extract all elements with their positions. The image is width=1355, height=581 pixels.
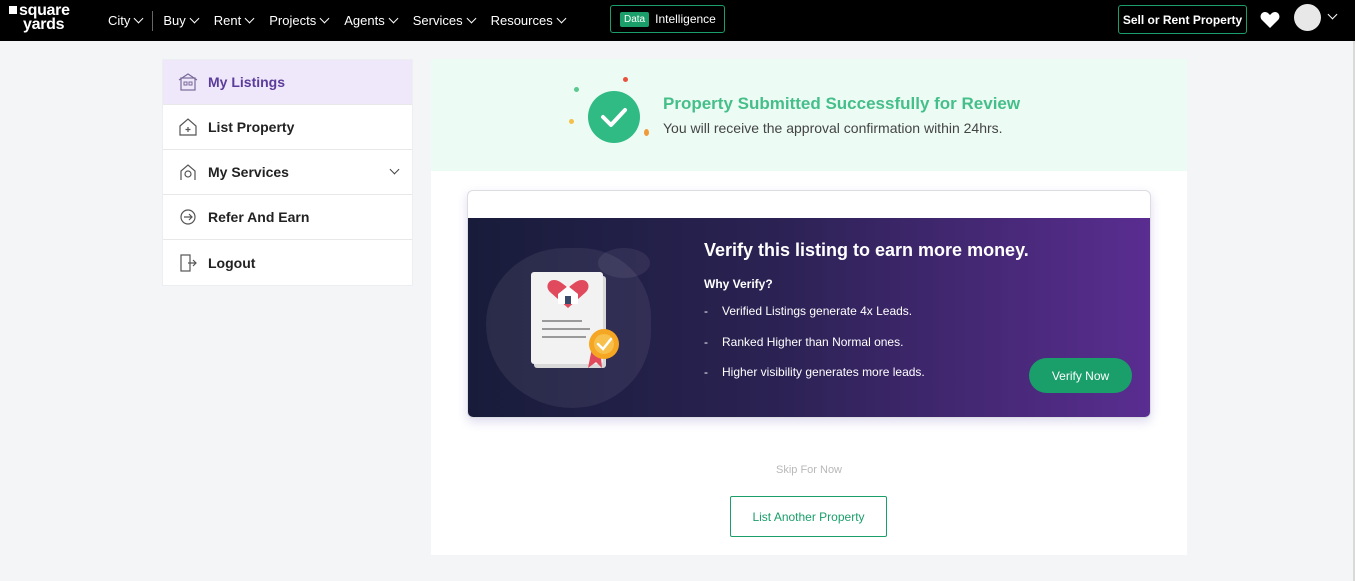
benefit-text: Verified Listings generate 4x Leads. — [722, 304, 913, 318]
list-another-property-button[interactable]: List Another Property — [730, 496, 887, 537]
nav-services-label: Services — [412, 13, 463, 28]
data-intelligence-button[interactable]: Data Intelligence — [610, 5, 725, 33]
nav-agents-label: Agents — [344, 13, 385, 28]
sidebar: My Listings List Property My Services Re… — [162, 59, 413, 286]
chevron-down-icon — [466, 13, 477, 24]
sidebar-item-label: My Listings — [208, 74, 286, 90]
main-panel: Property Submitted Successfully for Revi… — [431, 59, 1187, 555]
nav-city-label: City — [108, 13, 131, 28]
chevron-down-icon — [389, 164, 400, 175]
data-tag: Data — [620, 11, 650, 27]
nav-buy-label: Buy — [163, 13, 186, 28]
verify-now-button[interactable]: Verify Now — [1029, 358, 1132, 393]
nav-resources-label: Resources — [490, 13, 553, 28]
logo-square-icon — [9, 6, 17, 14]
chevron-down-icon — [189, 13, 200, 24]
top-navbar: square yards City Buy Rent Projects Agen… — [0, 0, 1355, 41]
sell-rent-property-button[interactable]: Sell or Rent Property — [1118, 5, 1247, 34]
chevron-down-icon — [319, 13, 330, 24]
verify-benefits-list: - Verified Listings generate 4x Leads. -R… — [704, 304, 925, 396]
nav-agents[interactable]: Agents — [336, 13, 404, 28]
verify-why-heading: Why Verify? — [704, 277, 773, 291]
heart-icon[interactable] — [1260, 11, 1280, 29]
chevron-down-icon — [388, 13, 399, 24]
nav-divider — [152, 10, 154, 31]
avatar[interactable] — [1294, 4, 1321, 31]
sidebar-item-label: My Services — [208, 164, 289, 180]
house-add-icon — [177, 116, 199, 138]
sidebar-item-refer-and-earn[interactable]: Refer And Earn — [163, 195, 412, 240]
verify-title: Verify this listing to earn more money. — [704, 240, 1029, 260]
success-check-icon — [588, 91, 640, 143]
services-icon — [177, 161, 199, 183]
benefit-text: Ranked Higher than Normal ones. — [722, 334, 904, 349]
logout-icon — [177, 252, 199, 274]
chevron-down-icon — [244, 13, 255, 24]
nav-projects[interactable]: Projects — [261, 13, 336, 28]
nav-projects-label: Projects — [269, 13, 317, 28]
refer-icon — [177, 206, 199, 228]
listings-icon — [177, 71, 199, 93]
success-subtitle: You will receive the approval confirmati… — [663, 120, 1003, 136]
sidebar-item-label: List Property — [208, 119, 295, 135]
nav-city[interactable]: City — [100, 13, 150, 28]
chevron-down-icon — [133, 13, 144, 24]
nav-rent[interactable]: Rent — [206, 13, 261, 28]
sidebar-item-my-listings[interactable]: My Listings — [163, 60, 412, 105]
sidebar-item-list-property[interactable]: List Property — [163, 105, 412, 150]
confetti-dot — [569, 119, 574, 124]
verify-listing-card: Verify this listing to earn more money. … — [467, 190, 1151, 418]
confetti-dot — [574, 87, 579, 92]
sidebar-item-label: Refer And Earn — [208, 209, 310, 225]
square-yards-logo[interactable]: square yards — [9, 3, 70, 33]
nav-services[interactable]: Services — [405, 13, 483, 28]
logo-text-line2: yards — [23, 16, 65, 33]
verified-certificate-icon — [531, 272, 619, 368]
sidebar-item-my-services[interactable]: My Services — [163, 150, 412, 195]
verify-banner: Verify this listing to earn more money. … — [468, 218, 1150, 417]
confetti-dot — [623, 77, 628, 82]
sidebar-item-label: Logout — [208, 254, 256, 271]
list-item: - Ranked Higher than Normal ones. — [704, 335, 925, 366]
chevron-down-icon — [556, 13, 567, 24]
nav-buy[interactable]: Buy — [155, 13, 205, 28]
confetti-dot — [644, 129, 649, 136]
data-intelligence-label: Intelligence — [655, 12, 716, 26]
benefit-text: Higher visibility generates more leads. — [722, 365, 925, 379]
chevron-down-icon[interactable] — [1327, 9, 1338, 20]
success-title: Property Submitted Successfully for Revi… — [663, 94, 1021, 113]
main-nav: City Buy Rent Projects Agents Services R… — [100, 0, 573, 41]
skip-for-now-link[interactable]: Skip For Now — [431, 464, 1187, 476]
sidebar-item-logout[interactable]: Logout — [163, 240, 412, 285]
success-banner: Property Submitted Successfully for Revi… — [431, 59, 1187, 171]
list-item: - Higher visibility generates more leads. — [704, 365, 925, 396]
nav-resources[interactable]: Resources — [483, 13, 573, 28]
nav-rent-label: Rent — [213, 13, 242, 28]
list-item: - Verified Listings generate 4x Leads. — [704, 304, 925, 335]
